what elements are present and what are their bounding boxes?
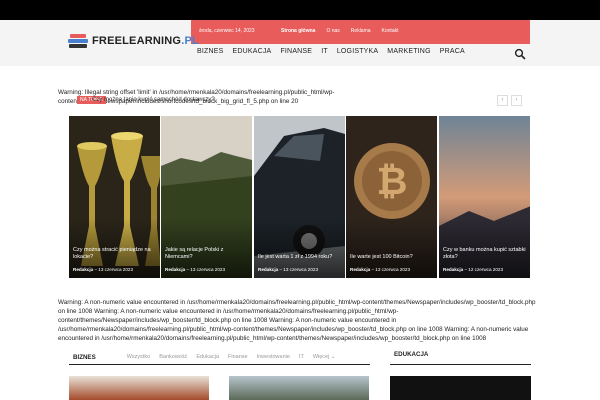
search-icon[interactable] — [514, 48, 526, 60]
top-link-ads[interactable]: Reklama — [351, 28, 371, 34]
sidebar-section-title: EDUKACJA — [394, 351, 429, 358]
tab-banking[interactable]: Bankowość — [159, 354, 187, 360]
article-thumbnail[interactable] — [229, 376, 369, 400]
tab-investing[interactable]: Inwestowanie — [257, 354, 290, 360]
grid-tile-meta: Redakcja – 13 czerwca 2023 — [258, 267, 319, 272]
grid-tile-date: 13 czerwca 2023 — [190, 267, 226, 272]
current-date: środa, czerwiec 14, 2023 — [199, 28, 255, 34]
grid-tile-meta: Redakcja – 13 czerwca 2023 — [165, 267, 226, 272]
chevron-down-icon: ⌄ — [330, 354, 336, 360]
books-icon — [68, 34, 88, 48]
nav-edukacja[interactable]: EDUKACJA — [232, 48, 271, 55]
nav-marketing[interactable]: MARKETING — [387, 48, 430, 55]
grid-tile-date: 12 czerwca 2023 — [468, 267, 504, 272]
trending-headline[interactable]: Czy można tanio kupić samochód dostawczy… — [92, 97, 215, 103]
top-black-bar — [0, 0, 600, 20]
main-nav: BIZNES EDUKACJA FINANSE IT LOGISTYKA MAR… — [197, 48, 465, 55]
nav-finanse[interactable]: FINANSE — [280, 48, 312, 55]
top-link-about[interactable]: O nas — [326, 28, 339, 34]
grid-tile-meta: Redakcja – 13 czerwca 2023 — [73, 267, 134, 272]
grid-tile[interactable]: Czy w banku można kupić sztabki złota? R… — [439, 116, 530, 278]
grid-tile[interactable]: Jakie są relacje Polski z Niemcami? Reda… — [161, 116, 252, 278]
top-info-bar: środa, czerwiec 14, 2023 Strona główna O… — [191, 20, 530, 44]
article-thumbnail[interactable] — [69, 376, 209, 400]
next-arrow-icon[interactable]: › — [511, 95, 522, 106]
grid-tile-date: 13 czerwca 2023 — [98, 267, 134, 272]
logo-name: FREELEARNING — [92, 35, 182, 47]
section-divider — [69, 364, 370, 365]
prev-arrow-icon[interactable]: ‹ — [497, 95, 508, 106]
grid-tile-meta: Redakcja – 13 czerwca 2023 — [350, 267, 411, 272]
svg-text:₿: ₿ — [377, 161, 408, 203]
nav-logistyka[interactable]: LOGISTYKA — [337, 48, 378, 55]
tab-more-label: Więcej — [312, 354, 330, 360]
nav-biznes[interactable]: BIZNES — [197, 48, 223, 55]
grid-tile-title: Czy można stracić pieniądze na lokacie? — [73, 247, 151, 260]
grid-tile[interactable]: Czy można stracić pieniądze na lokacie? … — [69, 116, 160, 278]
php-warning-2: Warning: A non-numeric value encountered… — [58, 299, 536, 342]
grid-tile-author: Redakcja — [350, 267, 371, 272]
nav-praca[interactable]: PRACA — [440, 48, 465, 55]
nav-it[interactable]: IT — [321, 48, 328, 55]
grid-tile-title: Ile warte jest 100 Bitcoin? — [350, 254, 413, 260]
grid-tile[interactable]: Ile jest warta 1 zł z 1994 roku? Redakcj… — [254, 116, 345, 278]
grid-tile-author: Redakcja — [73, 267, 94, 272]
tab-all[interactable]: Wszystko — [127, 354, 151, 360]
site-logo[interactable]: FREELEARNING.PL — [68, 34, 199, 48]
ticker-arrows: ‹ › — [497, 95, 522, 106]
grid-tile-author: Redakcja — [258, 267, 279, 272]
grid-tile-title: Jakie są relacje Polski z Niemcami? — [165, 247, 224, 260]
logo-text: FREELEARNING.PL — [92, 35, 199, 47]
grid-tile-title: Czy w banku można kupić sztabki złota? — [443, 247, 526, 260]
grid-tile-title: Ile jest warta 1 zł z 1994 roku? — [258, 254, 333, 260]
top-links: Strona główna O nas Reklama Kontakt — [281, 28, 399, 34]
top-link-contact[interactable]: Kontakt — [382, 28, 399, 34]
grid-tile[interactable]: ₿ Ile warte jest 100 Bitcoin? Redakcja –… — [346, 116, 437, 278]
grid-tile-date: 13 czerwca 2023 — [375, 267, 411, 272]
article-thumbnail[interactable] — [390, 376, 531, 400]
grid-tile-author: Redakcja — [165, 267, 186, 272]
tab-more[interactable]: Więcej ⌄ — [313, 354, 336, 360]
tab-education[interactable]: Edukacja — [196, 354, 219, 360]
big-grid: Czy można stracić pieniądze na lokacie? … — [69, 116, 531, 278]
section-title: BIZNES — [73, 353, 96, 361]
logo-suffix: .PL — [181, 35, 199, 47]
grid-tile-meta: Redakcja – 12 czerwca 2023 — [443, 267, 504, 272]
top-link-home[interactable]: Strona główna — [281, 28, 315, 34]
grid-tile-date: 13 czerwca 2023 — [283, 267, 319, 272]
sidebar-divider — [390, 364, 531, 365]
section-tabs: BIZNES Wszystko Bankowość Edukacja Finan… — [73, 351, 373, 363]
tab-it[interactable]: IT — [299, 354, 304, 360]
grid-tile-author: Redakcja — [443, 267, 464, 272]
tab-finance[interactable]: Finanse — [228, 354, 248, 360]
